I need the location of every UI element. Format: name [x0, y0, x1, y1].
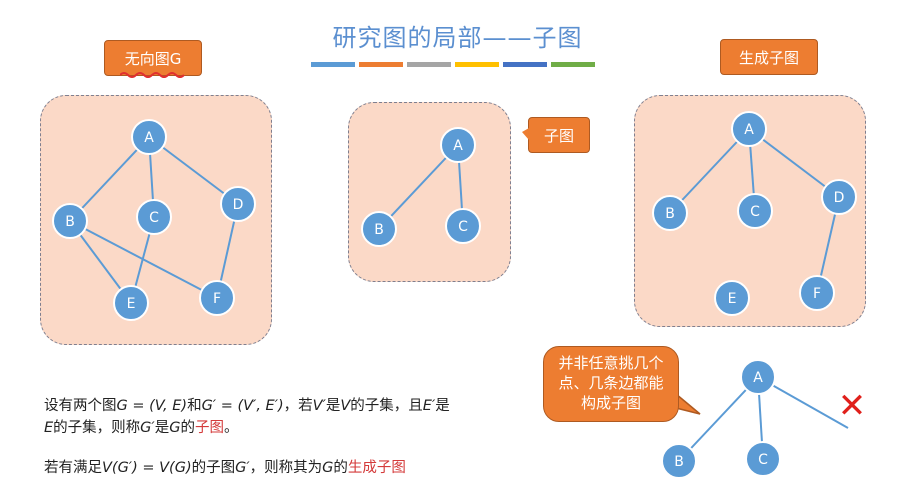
term-spanning-subgraph: 生成子图 [347, 460, 406, 476]
math-e-prime: E′ [422, 398, 436, 414]
math-g-prime: G′ [140, 420, 155, 436]
callout-tail [675, 392, 701, 415]
node-label-B: B [65, 214, 75, 230]
text-segment: 是 [325, 398, 341, 414]
subgraph-label-tail [522, 128, 529, 140]
math-g-prime: G′ [235, 460, 250, 476]
math-v: V [340, 398, 351, 414]
definition-subgraph: 设有两个图G = (V, E)和G′ = (V′, E′)，若V′是V的子集，且… [44, 395, 514, 439]
node-label-C: C [458, 219, 468, 235]
definition-spanning-subgraph: 若有满足V(G′) = V(G)的子图G′，则称其为G的生成子图 [44, 457, 514, 479]
node-label-C: C [758, 452, 768, 468]
text-segment: 的子集，且 [350, 398, 423, 414]
node-label-F: F [213, 291, 221, 307]
warning-callout: 并非任意挑几个点、几条边都能构成子图 [543, 346, 679, 422]
node-label-C: C [750, 204, 760, 220]
node-label-B: B [374, 222, 384, 238]
node-label-A: A [753, 370, 763, 386]
text-segment: 若有满足 [44, 460, 102, 476]
text-segment: 的子集，则称 [53, 420, 141, 436]
text-segment: ，若 [283, 398, 313, 414]
node-label-F: F [813, 286, 821, 302]
node-label-A: A [744, 122, 754, 138]
text-segment: 的 [333, 460, 348, 476]
text-segment: 是 [435, 398, 450, 414]
graph-sub: A B C [361, 127, 481, 247]
node-label-D: D [233, 197, 244, 213]
text-segment: 和 [187, 398, 202, 414]
math-g: G = (V, E) [116, 398, 188, 414]
text-segment: 的 [180, 420, 195, 436]
math-v-prime: V′ [312, 398, 326, 414]
node-label-D: D [834, 190, 845, 206]
text-segment: 设有两个图 [44, 398, 117, 414]
math-vertex-set-equal: V(G′) = V(G) [102, 460, 192, 476]
text-segment: 是 [154, 420, 170, 436]
node-label-E: E [728, 291, 737, 307]
math-g-prime: G′ = (V′, E′) [201, 398, 284, 414]
node-label-B: B [674, 454, 684, 470]
math-e: E [44, 420, 54, 436]
text-segment: 。 [223, 420, 239, 436]
node-label-C: C [149, 210, 159, 226]
node-label-B: B [665, 206, 675, 222]
node-label-E: E [127, 296, 136, 312]
graph-spanning: A B C D E F [652, 111, 857, 316]
math-g: G [169, 420, 181, 436]
node-label-A: A [144, 130, 154, 146]
math-g: G [322, 460, 334, 476]
term-subgraph: 子图 [194, 420, 224, 436]
graph-invalid: A B C [661, 359, 849, 479]
text-segment: ，则称其为 [249, 460, 323, 476]
invalid-cross-icon: ✕ [838, 386, 867, 426]
graph-g: A B C D E F [52, 119, 256, 321]
text-segment: 的子图 [191, 460, 236, 476]
node-label-A: A [453, 138, 463, 154]
